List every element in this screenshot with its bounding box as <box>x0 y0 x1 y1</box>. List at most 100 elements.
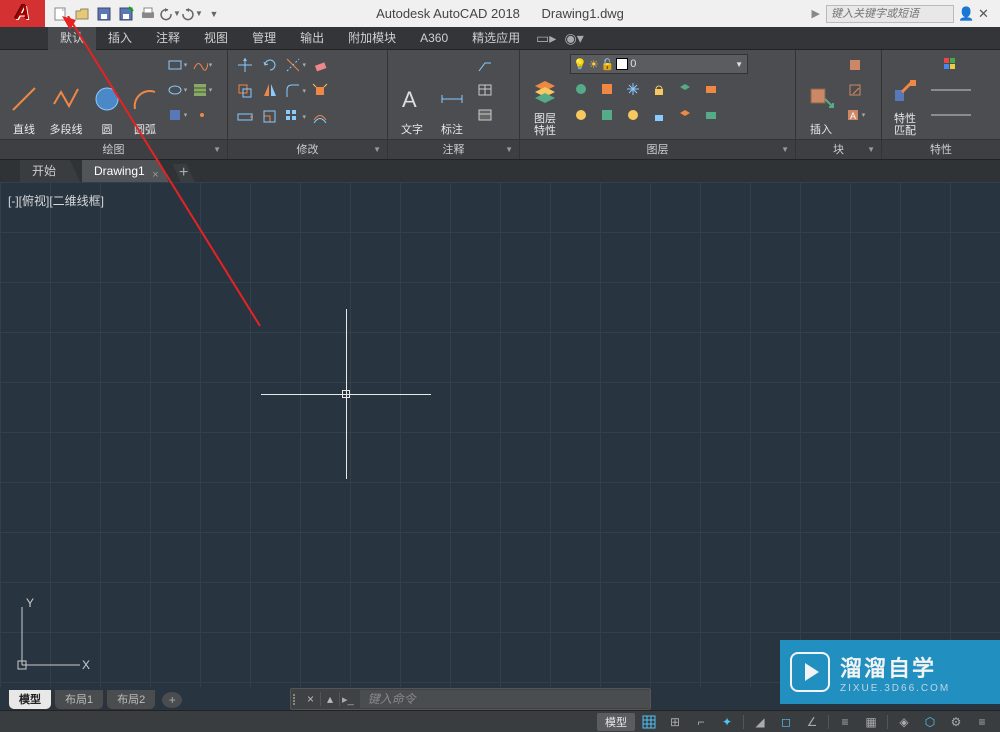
tab-output[interactable]: 输出 <box>288 27 336 50</box>
layout-tab-2[interactable]: 布局2 <box>106 690 156 710</box>
add-layout-button[interactable]: + <box>162 692 182 708</box>
leader-button[interactable] <box>474 54 496 76</box>
status-model-button[interactable]: 模型 <box>597 713 635 731</box>
tab-manage[interactable]: 管理 <box>240 27 288 50</box>
cmd-close-button[interactable]: × <box>301 692 321 706</box>
erase-button[interactable] <box>309 54 331 76</box>
tab-extra-button[interactable]: ▭▸ <box>532 30 560 47</box>
layout-tab-model[interactable]: 模型 <box>8 690 52 710</box>
layer-lock-button[interactable] <box>648 78 670 100</box>
point-button[interactable] <box>191 104 213 126</box>
match-props-button[interactable]: 特性 匹配 <box>888 54 922 139</box>
search-input[interactable] <box>826 5 954 23</box>
edit-block-button[interactable] <box>844 79 866 101</box>
fillet-button[interactable]: ▾ <box>284 80 306 102</box>
hatch-button[interactable]: ▾ <box>191 79 213 101</box>
panel-modify-title[interactable]: 修改▼ <box>228 139 387 159</box>
offset-button[interactable] <box>309 106 331 128</box>
spline-button[interactable]: ▾ <box>191 54 213 76</box>
command-input[interactable]: 键入命令 <box>360 690 650 708</box>
exchange-icon[interactable]: ✕ <box>978 6 994 22</box>
tab-annotate[interactable]: 注释 <box>144 27 192 50</box>
layout-tab-1[interactable]: 布局1 <box>54 690 104 710</box>
status-polar-button[interactable]: ✦ <box>715 713 739 731</box>
status-ortho-button[interactable]: ⌐ <box>689 713 713 731</box>
layer-t1-button[interactable] <box>570 104 592 126</box>
layer-t2-button[interactable] <box>596 104 618 126</box>
table-button[interactable] <box>474 79 496 101</box>
tab-a360[interactable]: A360 <box>408 27 460 50</box>
ribbon-minimize-button[interactable]: ◉▾ <box>560 30 588 47</box>
cmdbar-handle[interactable] <box>291 692 301 707</box>
status-cycle-button[interactable]: ◈ <box>892 713 916 731</box>
viewport-label[interactable]: [-][俯视][二维线框] <box>8 192 104 209</box>
file-tab-start[interactable]: 开始 <box>20 160 80 182</box>
layer-iso-button[interactable] <box>596 78 618 100</box>
panel-draw-title[interactable]: 绘图▼ <box>0 139 227 159</box>
file-tab-drawing[interactable]: Drawing1× <box>82 160 169 182</box>
status-osnap-button[interactable]: ◻ <box>774 713 798 731</box>
region-button[interactable]: ▾ <box>166 104 188 126</box>
layer-make-button[interactable] <box>674 78 696 100</box>
ellipse-button[interactable]: ▾ <box>166 79 188 101</box>
undo-button[interactable]: ▼ <box>159 2 181 26</box>
tab-insert[interactable]: 插入 <box>96 27 144 50</box>
layer-t3-button[interactable] <box>622 104 644 126</box>
saveas-button[interactable] <box>115 2 137 26</box>
explode-button[interactable] <box>309 80 331 102</box>
status-grid-button[interactable] <box>637 713 661 731</box>
status-lwt-button[interactable]: ≡ <box>833 713 857 731</box>
line-button[interactable]: 直线 <box>6 54 42 139</box>
status-snap-button[interactable]: ⊞ <box>663 713 687 731</box>
scale-button[interactable] <box>259 106 281 128</box>
trim-button[interactable]: ▾ <box>284 54 306 76</box>
stretch-button[interactable] <box>234 106 256 128</box>
linetype-combo[interactable] <box>926 104 976 126</box>
tab-featured[interactable]: 精选应用 <box>460 27 532 50</box>
status-custom-button[interactable]: ≡ <box>970 713 994 731</box>
tab-view[interactable]: 视图 <box>192 27 240 50</box>
layer-t4-button[interactable] <box>648 104 670 126</box>
mirror-button[interactable] <box>259 80 281 102</box>
polyline-button[interactable]: 多段线 <box>46 54 86 139</box>
app-menu-button[interactable]: A <box>0 0 45 27</box>
attr-block-button[interactable]: A▾ <box>844 104 866 126</box>
text-button[interactable]: A 文字 <box>394 54 430 139</box>
redo-button[interactable]: ▼ <box>181 2 203 26</box>
panel-annotate-title[interactable]: 注释▼ <box>388 139 519 159</box>
lineweight-combo[interactable] <box>926 79 976 101</box>
layer-match-button[interactable] <box>700 78 722 100</box>
rectangle-button[interactable]: ▾ <box>166 54 188 76</box>
open-button[interactable] <box>71 2 93 26</box>
status-track-button[interactable]: ∠ <box>800 713 824 731</box>
panel-layer-title[interactable]: 图层▼ <box>520 139 795 159</box>
save-button[interactable] <box>93 2 115 26</box>
arc-button[interactable]: 圆弧 <box>128 54 162 139</box>
rotate-button[interactable] <box>259 54 281 76</box>
command-line[interactable]: × ▴ ▸_ 键入命令 <box>290 688 651 710</box>
circle-button[interactable]: 圆 <box>90 54 124 139</box>
move-button[interactable] <box>234 54 256 76</box>
layer-props-button[interactable]: 图层 特性 <box>526 54 564 139</box>
panel-props-title[interactable]: 特性 <box>882 139 1000 159</box>
qat-customize-button[interactable]: ▼ <box>203 2 225 26</box>
layer-t5-button[interactable] <box>674 104 696 126</box>
array-button[interactable]: ▾ <box>284 106 306 128</box>
status-ws-button[interactable]: ⚙ <box>944 713 968 731</box>
color-combo[interactable] <box>926 54 976 76</box>
table2-button[interactable] <box>474 104 496 126</box>
add-tab-button[interactable]: + <box>173 164 195 182</box>
ucs-icon[interactable]: Y X <box>12 595 92 675</box>
insert-block-button[interactable]: 插入 <box>802 54 840 139</box>
status-annomon-button[interactable]: ⬡ <box>918 713 942 731</box>
drawing-canvas[interactable]: [-][俯视][二维线框] Y X <box>0 182 1000 687</box>
plot-button[interactable] <box>137 2 159 26</box>
signin-icon[interactable]: 👤 <box>958 6 974 22</box>
panel-block-title[interactable]: 块▼ <box>796 139 881 159</box>
qnew-button[interactable] <box>49 2 71 26</box>
layer-off-button[interactable] <box>570 78 592 100</box>
dimension-button[interactable]: 标注 <box>434 54 470 139</box>
create-block-button[interactable] <box>844 54 866 76</box>
tab-addons[interactable]: 附加模块 <box>336 27 408 50</box>
layer-dropdown[interactable]: 💡 ☀ 🔓 0 ▼ <box>570 54 748 74</box>
